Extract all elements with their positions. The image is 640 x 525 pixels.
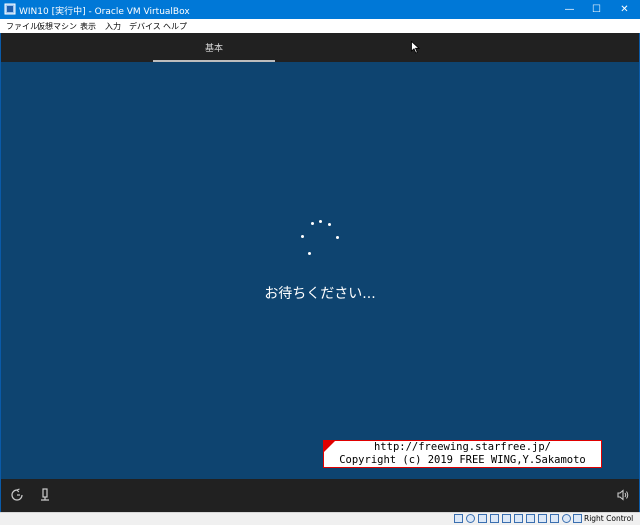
virtualbox-app-icon (4, 3, 16, 15)
window-titlebar: WIN10 [実行中] - Oracle VM VirtualBox — ☐ ✕ (0, 0, 640, 19)
host-key-label: Right Control (584, 514, 634, 523)
display-icon[interactable] (526, 514, 535, 523)
mouse-integration-icon[interactable] (562, 514, 571, 523)
ease-of-access-icon[interactable] (10, 488, 24, 502)
loading-spinner-icon (295, 218, 345, 258)
cpu-icon[interactable] (550, 514, 559, 523)
menu-item-devices[interactable]: デバイス (129, 21, 161, 32)
menu-item-machine[interactable]: 仮想マシン (37, 21, 77, 32)
usb-icon[interactable] (502, 514, 511, 523)
please-wait-text: お待ちください... (264, 286, 376, 302)
menu-item-file[interactable]: ファイル (6, 21, 38, 32)
volume-icon[interactable] (616, 488, 630, 502)
watermark-copyright: Copyright (c) 2019 FREE WING,Y.Sakamoto (339, 454, 586, 466)
mouse-cursor-icon (411, 41, 420, 54)
close-icon: ✕ (620, 4, 629, 15)
menu-item-input[interactable]: 入力 (105, 21, 121, 32)
shared-folders-icon[interactable] (514, 514, 523, 523)
vm-status-bar: Right Control (0, 512, 640, 525)
maximize-button[interactable]: ☐ (583, 0, 610, 19)
audio-icon[interactable] (478, 514, 487, 523)
watermark-url: http://freewing.starfree.jp/ (373, 441, 551, 453)
tab-basic[interactable]: 基本 (153, 33, 275, 62)
setup-top-bar: 基本 (1, 33, 639, 62)
video-capture-icon[interactable] (538, 514, 547, 523)
tab-underline (153, 60, 275, 62)
watermark-corner-mark (324, 441, 335, 452)
menu-item-view[interactable]: 表示 (80, 21, 96, 32)
keyboard-icon[interactable] (573, 514, 582, 523)
network-icon[interactable] (490, 514, 499, 523)
close-button[interactable]: ✕ (611, 0, 638, 19)
maximize-icon: ☐ (592, 4, 601, 15)
window-title: WIN10 [実行中] - Oracle VM VirtualBox (19, 7, 190, 17)
setup-bottom-bar (1, 479, 639, 512)
minimize-button[interactable]: — (556, 0, 583, 19)
microphone-icon[interactable] (39, 488, 53, 502)
menu-bar: ファイル 仮想マシン 表示 入力 デバイス ヘルプ (0, 19, 640, 33)
menu-item-help[interactable]: ヘルプ (163, 21, 187, 32)
optical-drive-icon[interactable] (466, 514, 475, 523)
minimize-icon: — (564, 4, 575, 15)
copyright-watermark: http://freewing.starfree.jp/ Copyright (… (323, 440, 602, 468)
hard-disk-icon[interactable] (454, 514, 463, 523)
